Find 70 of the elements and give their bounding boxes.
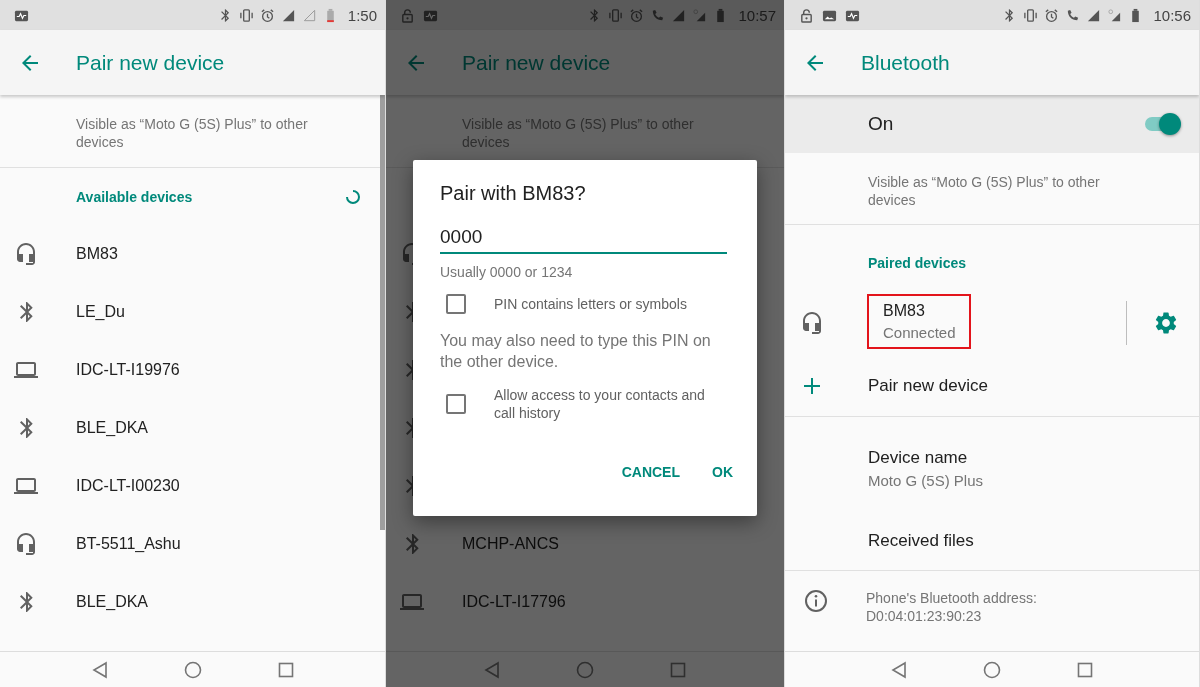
checkbox[interactable] xyxy=(446,294,466,314)
home-circle-icon[interactable] xyxy=(983,660,1001,679)
pin-field[interactable]: 0000 xyxy=(440,223,727,254)
headset-icon xyxy=(17,243,35,265)
bluetooth-address-text: Phone's Bluetooth address: D0:04:01:23:90:23 xyxy=(866,589,1038,625)
back-triangle-icon[interactable] xyxy=(484,660,500,679)
device-name[interactable]: IDC-LT-I19976 xyxy=(76,361,180,379)
bluetooth-toggle[interactable] xyxy=(1143,113,1181,135)
visibility-text: Visible as “Moto G (5S) Plus” to other devices xyxy=(868,173,1101,209)
lock-icon xyxy=(799,7,814,23)
device-name[interactable]: BLE_DKA xyxy=(76,593,149,611)
phone-icon xyxy=(1065,7,1081,23)
dialog-button[interactable]: OK xyxy=(704,456,741,488)
dialog-note: You may also need to type this PIN on the other device. xyxy=(440,331,712,372)
clock-time: 10:57 xyxy=(738,6,776,24)
screen-title: Bluetooth xyxy=(861,50,950,75)
bluetooth-icon xyxy=(19,302,33,322)
laptop-icon xyxy=(400,594,424,610)
headset-icon xyxy=(17,533,35,555)
bluetooth-icon xyxy=(19,418,33,438)
alarm-icon xyxy=(259,7,275,23)
home-circle-icon[interactable] xyxy=(576,660,594,679)
setting-title[interactable]: Received files xyxy=(868,530,1199,551)
lock-icon xyxy=(400,7,415,23)
alarm-icon xyxy=(629,7,645,23)
device-name[interactable]: BM83 xyxy=(883,302,956,320)
pair-new-device-item[interactable]: Pair new device xyxy=(868,375,988,396)
switch-label: On xyxy=(868,113,894,135)
back-triangle-icon[interactable] xyxy=(91,660,108,679)
screen-title: Pair new device xyxy=(76,50,225,75)
vibrate-icon xyxy=(608,7,624,23)
headset-icon xyxy=(803,311,821,334)
vibrate-icon xyxy=(1023,7,1039,23)
device-name[interactable]: BM83 xyxy=(76,245,118,263)
alarm-icon xyxy=(1044,7,1060,23)
info-icon xyxy=(804,589,828,613)
bluetooth-icon xyxy=(19,592,33,612)
home-circle-icon[interactable] xyxy=(183,660,202,679)
device-name[interactable]: LE_Du xyxy=(76,303,125,321)
back-triangle-icon[interactable] xyxy=(891,660,907,679)
signal-icon xyxy=(692,7,708,23)
clock-time: 1:50 xyxy=(347,6,377,24)
section-header: Paired devices xyxy=(868,254,967,271)
clock-time: 10:56 xyxy=(1153,6,1191,24)
laptop-icon xyxy=(14,478,38,494)
signal-icon xyxy=(301,7,317,23)
phone-icon xyxy=(650,7,666,23)
checkbox[interactable] xyxy=(446,394,466,414)
recents-square-icon[interactable] xyxy=(1077,661,1093,678)
visibility-text: Visible as “Moto G (5S) Plus” to other devices xyxy=(76,115,309,151)
checkbox-label: PIN contains letters or symbols xyxy=(494,295,687,313)
signal-icon xyxy=(1107,7,1123,23)
checkbox-label: Allow access to your contacts and call history xyxy=(494,386,706,422)
device-name[interactable]: BT-5511_Ashu xyxy=(76,535,181,553)
recents-square-icon[interactable] xyxy=(670,661,686,678)
device-status: Connected xyxy=(883,324,956,341)
recents-square-icon[interactable] xyxy=(277,661,294,678)
loading-spinner-icon xyxy=(345,188,361,205)
laptop-icon xyxy=(14,362,38,378)
vibrate-icon xyxy=(238,7,254,23)
setting-title[interactable]: Device name xyxy=(868,447,1199,468)
pin-hint: Usually 0000 or 1234 xyxy=(440,264,574,280)
device-name[interactable]: BLE_DKA xyxy=(76,419,149,437)
section-header: Available devices xyxy=(76,188,193,205)
dialog-title: Pair with BM83? xyxy=(440,182,587,205)
dialog-button[interactable]: CANCEL xyxy=(613,456,688,488)
bluetooth-icon xyxy=(405,534,419,554)
device-name[interactable]: IDC-LT-I00230 xyxy=(76,477,180,495)
setting-value: Moto G (5S) Plus xyxy=(868,471,985,489)
screen-title: Pair new device xyxy=(462,50,611,75)
